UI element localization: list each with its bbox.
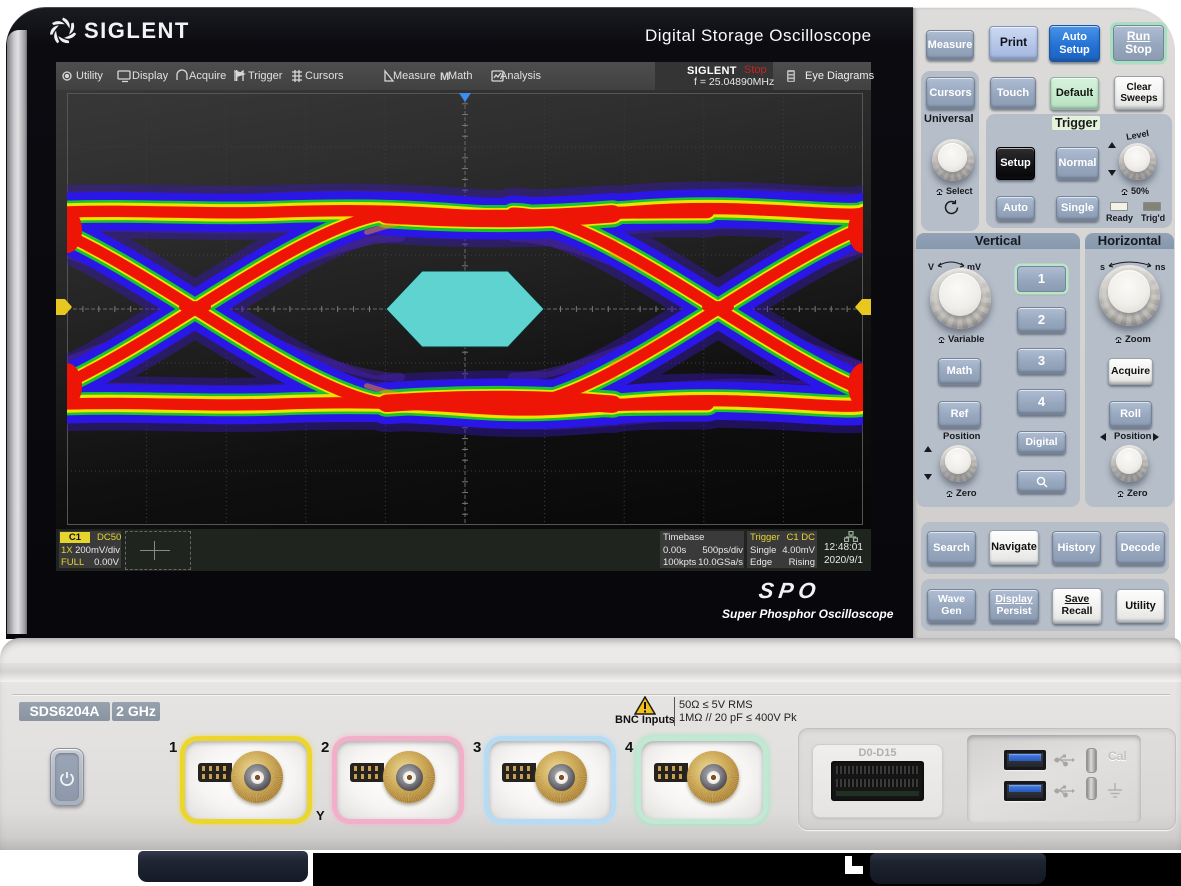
svg-text:SPO: SPO: [757, 578, 822, 603]
